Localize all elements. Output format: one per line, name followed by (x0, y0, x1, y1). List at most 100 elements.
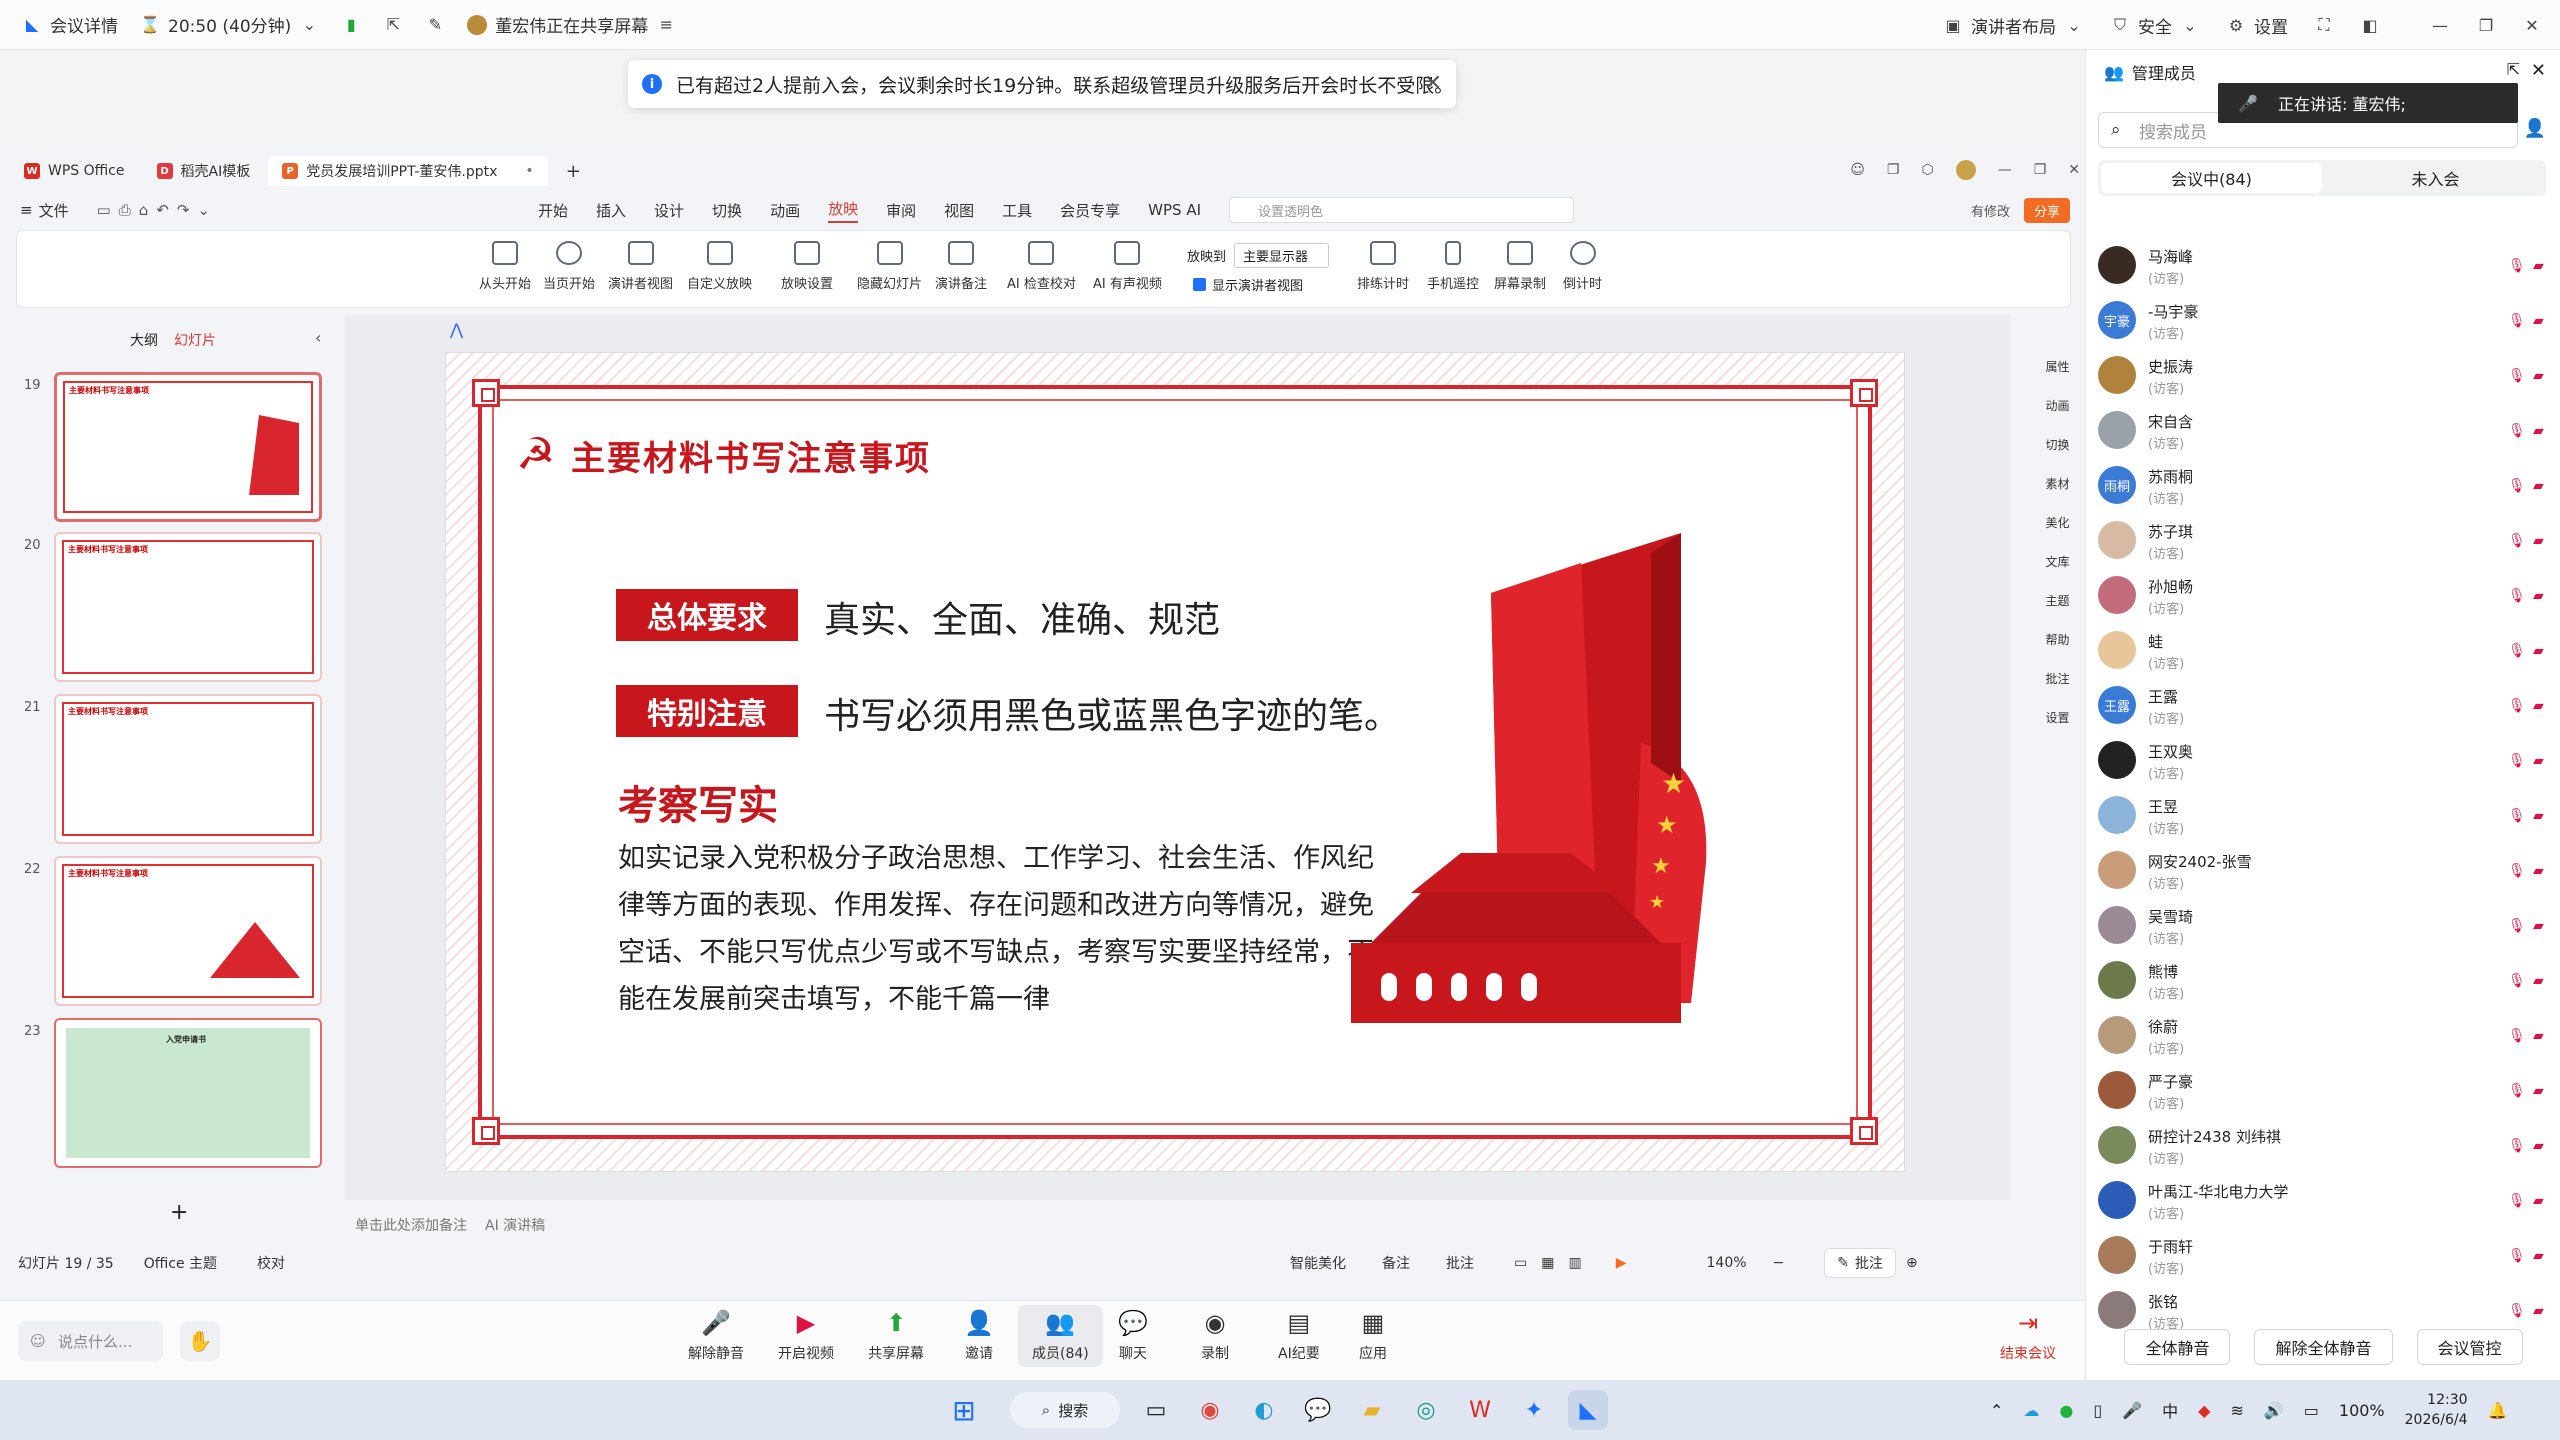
properties-tool[interactable]: 属性 (2045, 358, 2069, 375)
menu-tools[interactable]: 工具 (1002, 200, 1032, 221)
member-row[interactable]: 宋自含 (访客) 🎙 ▰ (2098, 405, 2548, 459)
command-search-input[interactable]: 设置透明色 (1229, 197, 1575, 223)
mute-all-button[interactable]: 全体静音 (2124, 1329, 2231, 1365)
member-row[interactable]: 王昱 (访客) 🎙 ▰ (2098, 790, 2548, 844)
presenter-layout-button[interactable]: ▣ 演讲者布局 ⌄ (1943, 13, 2084, 38)
member-row[interactable]: 马海峰 (访客) 🎙 ▰ (2098, 240, 2548, 294)
quick-access-icons[interactable]: ▭⎙⌂↶↷⌄ (97, 201, 218, 219)
invite-button[interactable]: 👤 邀请 (964, 1309, 994, 1363)
tab-in-meeting[interactable]: 会议中(84) (2101, 163, 2322, 193)
cube-icon[interactable]: ⬡ (1921, 162, 1933, 178)
mic-off-icon[interactable]: 🎙 (2508, 1083, 2526, 1099)
member-row[interactable]: 于雨轩 (访客) 🎙 ▰ (2098, 1230, 2548, 1284)
mic-off-icon[interactable]: 🎙 (2508, 588, 2526, 604)
mic-off-icon[interactable]: 🎙 (2508, 973, 2526, 989)
member-row[interactable]: 徐蔚 (访客) 🎙 ▰ (2098, 1010, 2548, 1064)
close-icon[interactable]: ✕ (2068, 162, 2080, 178)
beautify-tool[interactable]: 美化 (2045, 514, 2069, 531)
mic-off-icon[interactable]: 🎙 (2508, 1248, 2526, 1264)
countdown-button[interactable]: 倒计时 (1563, 241, 1602, 292)
menu-animation[interactable]: 动画 (770, 200, 800, 221)
mic-off-icon[interactable]: 🎙 (2508, 533, 2526, 549)
view-mode-icons[interactable]: ▭▦▥ (1514, 1255, 1596, 1271)
screen-record-button[interactable]: 屏幕录制 (1494, 241, 1546, 292)
mic-off-icon[interactable]: 🎙 (2508, 698, 2526, 714)
ime-indicator[interactable]: 中 (2162, 1398, 2178, 1422)
chat-quick-input[interactable]: ☺ 说点什么... (18, 1321, 163, 1361)
emoji-icon[interactable]: ☺ (1850, 162, 1865, 178)
close-notice-icon[interactable]: ✕ (1424, 71, 1442, 96)
smart-beautify-button[interactable]: 智能美化 (1290, 1253, 1346, 1273)
share-screen-button[interactable]: ⬆ 共享屏幕 (868, 1309, 924, 1363)
record-button[interactable]: ◉ 录制 (1200, 1309, 1230, 1363)
maximize-button[interactable]: ❐ (2476, 15, 2496, 35)
comments-toggle-button[interactable]: 批注 (1446, 1253, 1474, 1273)
notes-placeholder[interactable]: 单击此处添加备注 (355, 1215, 467, 1235)
camera-off-icon[interactable]: ▰ (2533, 1193, 2551, 1209)
transition-tool[interactable]: 切换 (2045, 436, 2069, 453)
mic-off-icon[interactable]: 🎙 (2508, 643, 2526, 659)
share-button[interactable]: 分享 (2023, 197, 2070, 223)
slide-thumbnail-21[interactable]: 主要材料书写注意事项 (54, 694, 322, 844)
meeting-control-button[interactable]: 会议管控 (2416, 1329, 2523, 1365)
annotate-off-button[interactable]: ✎ (425, 15, 445, 35)
start-video-button[interactable]: ▶ 开启视频 (778, 1309, 834, 1363)
notes-toggle-button[interactable]: 备注 (1382, 1253, 1410, 1273)
camera-off-icon[interactable]: ▰ (2533, 588, 2551, 604)
custom-show-button[interactable]: 自定义放映 (687, 241, 752, 292)
close-panel-icon[interactable]: ✕ (2531, 60, 2546, 81)
close-window-button[interactable]: ✕ (2522, 15, 2542, 35)
mic-off-icon[interactable]: 🎙 (2508, 918, 2526, 934)
task-view-button[interactable]: ▭ (1136, 1390, 1176, 1430)
chrome-button[interactable]: ◉ (1190, 1390, 1230, 1430)
file-explorer-button[interactable]: ▰ (1352, 1390, 1392, 1430)
meeting-details[interactable]: ◣ 会议详情 (22, 12, 118, 37)
mic-off-icon[interactable]: 🎙 (2508, 258, 2526, 274)
raise-hand-button[interactable]: ✋ (180, 1321, 220, 1361)
phone-remote-button[interactable]: 手机遥控 (1427, 241, 1479, 292)
play-from-start-button[interactable]: 从头开始 (479, 241, 531, 292)
ai-speech-button[interactable]: AI 演讲稿 (485, 1215, 545, 1235)
apps-button[interactable]: ▦ 应用 (1358, 1309, 1388, 1363)
mic-off-icon[interactable]: 🎙 (2508, 423, 2526, 439)
signal-button[interactable]: ▮ (341, 15, 361, 35)
camera-off-icon[interactable]: ▰ (2533, 1028, 2551, 1044)
presenter-view-button[interactable]: 演讲者视图 (608, 241, 673, 292)
camera-off-icon[interactable]: ▰ (2533, 1248, 2551, 1264)
wechat-button[interactable]: 💬 (1298, 1390, 1338, 1430)
fullscreen-button[interactable]: ⛶ (2314, 15, 2334, 35)
collapse-pane-icon[interactable]: ‹ (315, 328, 321, 347)
member-row[interactable]: 孙旭畅 (访客) 🎙 ▰ (2098, 570, 2548, 624)
notification-bell-icon[interactable]: 🔔 (2488, 1401, 2508, 1420)
members-button[interactable]: 👥 成员(84) (1018, 1305, 1103, 1367)
play-current-button[interactable]: 当页开始 (543, 241, 595, 292)
sidebar-toggle-button[interactable]: ◧ (2360, 15, 2380, 35)
mic-off-icon[interactable]: 🎙 (2508, 1028, 2526, 1044)
meeting-timer[interactable]: ⌛ 20:50 (40分钟) ⌄ (140, 12, 319, 37)
security-tray-icon[interactable]: ◆ (2198, 1401, 2210, 1420)
camera-off-icon[interactable]: ▰ (2533, 368, 2551, 384)
current-slide[interactable]: ☭ 主要材料书写注意事项 总体要求 真实、全面、准确、规范 特别注意 书写必须用… (445, 352, 1905, 1172)
camera-off-icon[interactable]: ▰ (2533, 863, 2551, 879)
play-icon[interactable]: ▶ (1616, 1255, 1627, 1271)
camera-off-icon[interactable]: ▰ (2533, 1083, 2551, 1099)
tab-pptx-file[interactable]: P 党员发展培训PPT-董安伟.pptx • (268, 156, 548, 186)
app-button[interactable]: ◎ (1406, 1390, 1446, 1430)
show-presenter-checkbox[interactable]: 显示演讲者视图 (1193, 275, 1303, 294)
animation-tool[interactable]: 动画 (2045, 397, 2069, 414)
member-row[interactable]: 王露 王露 (访客) 🎙 ▰ (2098, 680, 2548, 734)
tab-docer-ai[interactable]: D 稻壳AI模板 (143, 156, 265, 186)
comment-tool[interactable]: 批注 (2045, 670, 2069, 687)
wechat-tray-icon[interactable]: ● (2059, 1401, 2073, 1420)
restore-icon[interactable]: ❐ (2034, 162, 2047, 178)
camera-off-icon[interactable]: ▰ (2533, 643, 2551, 659)
chevron-up-icon[interactable]: ⌃ (1990, 1401, 2003, 1420)
menu-transition[interactable]: 切换 (712, 200, 742, 221)
menu-review[interactable]: 审阅 (886, 200, 916, 221)
unmute-all-button[interactable]: 解除全体静音 (2254, 1329, 2393, 1365)
slide-thumbnail-20[interactable]: 主要材料书写注意事项 (54, 532, 322, 682)
annotate-button[interactable]: ✎ 批注 (1824, 1248, 1896, 1278)
wifi-icon[interactable]: ≋ (2230, 1401, 2243, 1420)
slide-thumbnail-19[interactable]: 主要材料书写注意事项 (54, 372, 322, 522)
member-row[interactable]: 研控计2438 刘纬祺 (访客) 🎙 ▰ (2098, 1120, 2548, 1174)
